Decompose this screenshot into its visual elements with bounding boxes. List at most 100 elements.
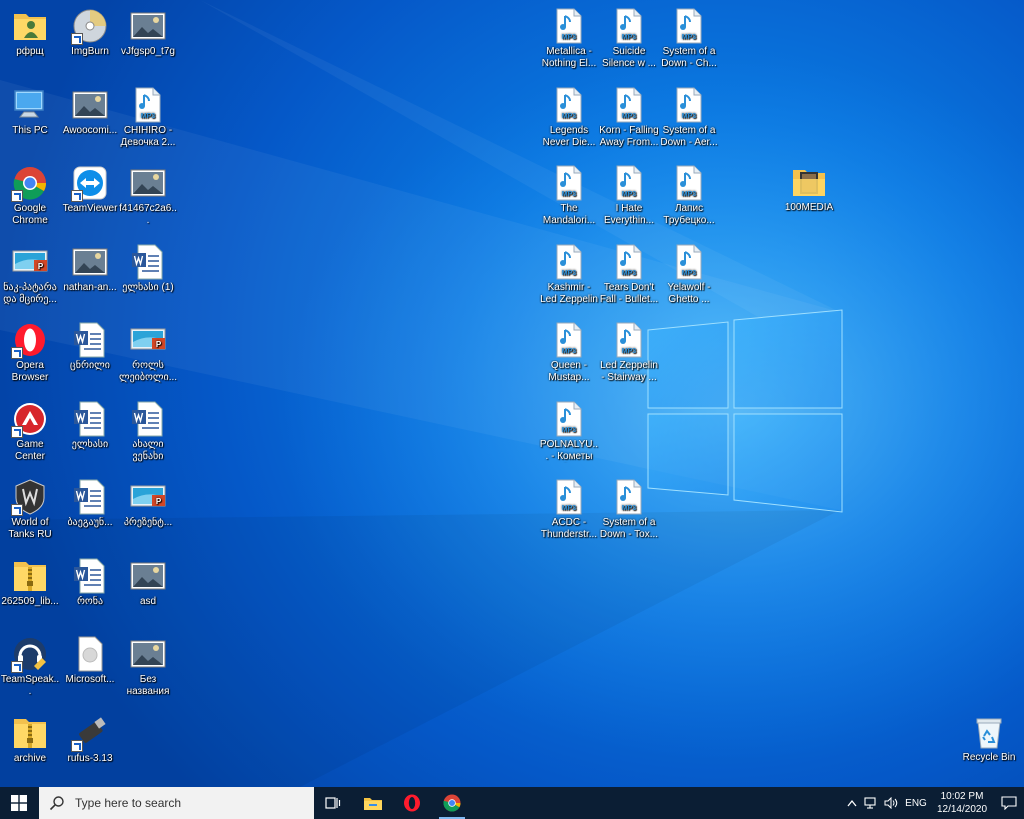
desktop-icon-mp3-11[interactable]: MP3 Yelawolf - Ghetto ... [659,238,719,312]
start-button[interactable] [0,787,38,819]
windows-logo-icon [11,795,27,811]
desktop-icon-left-3[interactable]: This PC [0,81,60,155]
media-folder-icon [791,164,827,200]
network-tray-button[interactable] [862,787,880,819]
desktop-icon-left-8[interactable]: f41467c2a6... [118,159,178,233]
svg-text:MP3: MP3 [622,113,637,120]
desktop-icon-label: ელხასი (1) [122,281,174,293]
mp3-file-icon: MP3 [130,87,166,123]
svg-text:P: P [38,262,44,271]
action-center-button[interactable] [994,787,1024,819]
desktop-icon-mp3-16[interactable]: MP3 System of a Down - Tox... [599,473,659,547]
desktop-icon-label: The Mandalori... [542,203,596,226]
desktop-icon-left-9[interactable]: Pნაკ-პატარა და მცირე... [0,238,60,312]
word-file-icon [72,479,108,515]
show-hidden-icons-button[interactable] [844,787,860,819]
desktop-icon-label: rufus-3.13 [67,752,113,764]
desktop-icon-mp3-4[interactable]: MP3 Korn - Falling Away From... [599,81,659,155]
desktop-icon-mp3-12[interactable]: MP3 Queen - Mustap... [539,316,599,390]
desktop-icon-mp3-10[interactable]: MP3 Tears Don't Fall - Bullet... [599,238,659,312]
desktop-icon-left-14[interactable]: Pროლს ლეიბოლი... [118,316,178,390]
desktop[interactable]: рфрщ ImgBurn vJfgsp0_t7g This PC Awoocomi...… [0,0,1024,787]
desktop-icon-left-11[interactable]: ელხასი (1) [118,238,178,312]
desktop-icon-left-18[interactable]: World of Tanks RU [0,473,60,547]
desktop-icon-left-2[interactable]: vJfgsp0_t7g [118,2,178,76]
desktop-icon-mp3-8[interactable]: MP3 Лапис Трубецко... [659,159,719,233]
desktop-icon-mp3-2[interactable]: MP3 System of a Down - Ch... [659,2,719,76]
task-view-button[interactable] [314,787,352,819]
mp3-file-icon: MP3 [611,322,647,358]
desktop-icon-mp3-14[interactable]: MP3 POLNALYU... - Кометы (... [539,395,599,469]
desktop-icon-label: Led Zeppelin - Stairway ... [600,360,658,383]
desktop-icon-left-25[interactable]: Microsoft... [60,630,120,704]
desktop-icon-left-28[interactable]: rufus-3.13 [60,709,120,783]
desktop-icon-left-15[interactable]: Game Center [0,395,60,469]
desktop-icon-left-19[interactable]: ბაეგაუნ... [60,473,120,547]
desktop-icon-mp3-6[interactable]: MP3 The Mandalori... [539,159,599,233]
game-center-icon [11,401,48,438]
taskbar-file-explorer[interactable] [354,787,392,819]
desktop-icon-mp3-1[interactable]: MP3 Suicide Silence w ... [599,2,659,76]
desktop-icon-left-6[interactable]: Google Chrome [0,159,60,233]
input-language-button[interactable]: ENG [902,787,930,819]
desktop-icon-left-17[interactable]: ახალი ვენახი [118,395,178,469]
desktop-icon-label: 262509_lib... [1,595,59,607]
desktop-icon-mp3-5[interactable]: MP3 System of a Down - Aer... [659,81,719,155]
svg-text:MP3: MP3 [562,270,577,277]
mp3-file-icon: MP3 [671,165,707,201]
desktop-icon-mp3-15[interactable]: MP3 ACDC - Thunderstr... [539,473,599,547]
shortcut-arrow-icon [11,425,23,438]
desktop-icon-left-7[interactable]: TeamViewer [60,159,120,233]
chrome-icon [443,794,461,812]
desktop-icon-100media[interactable]: 100MEDIA [779,158,839,232]
taskbar: ENG 10:02 PM 12/14/2020 [0,787,1024,819]
desktop-icon-left-4[interactable]: Awoocomi... [60,81,120,155]
desktop-icon-left-23[interactable]: asd [118,552,178,626]
svg-text:MP3: MP3 [622,270,637,277]
desktop-icon-left-1[interactable]: ImgBurn [60,2,120,76]
desktop-icon-mp3-9[interactable]: MP3 Kashmir - Led Zeppelin [539,238,599,312]
image-thumbnail-icon [130,165,166,201]
desktop-icon-recycle-bin[interactable]: Recycle Bin [959,708,1019,782]
desktop-icon-mp3-7[interactable]: MP3 I Hate Everythin... [599,159,659,233]
image-thumbnail-icon [130,8,166,44]
desktop-icon-left-20[interactable]: Pპრეზენტ... [118,473,178,547]
desktop-icon-left-13[interactable]: ცნრილი [60,316,120,390]
mp3-file-icon: MP3 [611,87,647,123]
desktop-icon-label: System of a Down - Ch... [661,46,717,69]
svg-text:MP3: MP3 [562,348,577,355]
svg-text:MP3: MP3 [622,505,637,512]
taskbar-chrome[interactable] [433,787,471,819]
file-explorer-icon [364,798,382,810]
svg-text:MP3: MP3 [682,270,697,277]
taskbar-opera[interactable] [393,787,431,819]
desktop-icon-left-10[interactable]: nathan-an... [60,238,120,312]
desktop-icon-label: Yelawolf - Ghetto ... [667,281,711,305]
desktop-icon-label: This PC [12,124,48,136]
desktop-icon-left-5[interactable]: MP3 CHIHIRO - Девочка 2... [118,81,178,155]
clock-button[interactable]: 10:02 PM 12/14/2020 [934,787,990,819]
desktop-icon-label: ნაკ-პატარა და მცირე... [3,281,57,305]
imgburn-disc-icon [71,8,108,45]
desktop-icon-label: Без названия [126,674,170,697]
desktop-icon-left-16[interactable]: ელხასი [60,395,120,469]
desktop-icon-mp3-0[interactable]: MP3 Metallica - Nothing El... [539,2,599,76]
desktop-icon-left-24[interactable]: TeamSpeak... [0,630,60,704]
search-input[interactable] [73,795,307,811]
desktop-icon-mp3-3[interactable]: MP3 Legends Never Die... [539,81,599,155]
recycle-bin-icon [971,714,1007,750]
mp3-file-icon: MP3 [671,87,707,123]
shortcut-arrow-icon [11,504,23,516]
desktop-icon-left-21[interactable]: 262509_lib... [0,552,60,626]
taskbar-search-box[interactable] [39,787,314,819]
desktop-icon-left-27[interactable]: archive [0,709,60,783]
desktop-icon-left-12[interactable]: Opera Browser [0,316,60,390]
desktop-icon-left-22[interactable]: რონა [60,552,120,626]
desktop-icon-left-0[interactable]: рфрщ [0,2,60,76]
opera-icon [11,322,48,359]
volume-tray-button[interactable] [882,787,900,819]
shortcut-arrow-icon [11,347,23,359]
desktop-icon-left-26[interactable]: Без названия [118,630,178,704]
word-file-icon [72,558,108,594]
desktop-icon-mp3-13[interactable]: MP3 Led Zeppelin - Stairway ... [599,316,659,390]
